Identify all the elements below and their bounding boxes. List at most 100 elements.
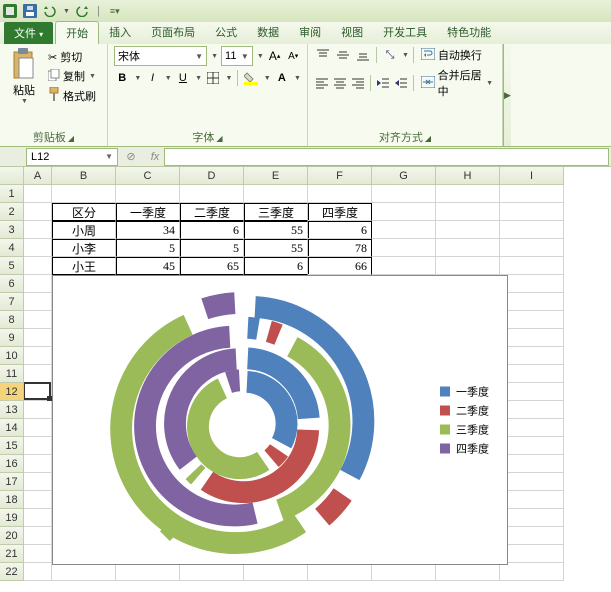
row-header-16[interactable]: 16 xyxy=(0,455,24,473)
cell[interactable]: 65 xyxy=(180,257,244,275)
cell[interactable] xyxy=(500,239,564,257)
cell[interactable] xyxy=(24,527,52,545)
cell[interactable] xyxy=(24,239,52,257)
row-header-10[interactable]: 10 xyxy=(0,347,24,365)
grow-font-button[interactable]: A▴ xyxy=(267,47,283,65)
font-size-combo[interactable]: 11▼ xyxy=(221,46,253,66)
tab-0[interactable]: 开始 xyxy=(55,21,99,44)
cell[interactable] xyxy=(372,221,436,239)
cell[interactable] xyxy=(500,419,564,437)
fill-color-button[interactable] xyxy=(243,69,259,87)
font-name-combo[interactable]: 宋体▼ xyxy=(114,46,207,66)
cell[interactable] xyxy=(24,257,52,275)
cell[interactable] xyxy=(372,257,436,275)
cell[interactable] xyxy=(24,437,52,455)
cell[interactable] xyxy=(500,509,564,527)
col-header-F[interactable]: F xyxy=(308,167,372,185)
cell[interactable] xyxy=(500,563,564,581)
tab-5[interactable]: 审阅 xyxy=(289,21,331,44)
cell[interactable] xyxy=(24,491,52,509)
qat-customize-icon[interactable]: ≡▾ xyxy=(107,3,123,19)
cell[interactable]: 55 xyxy=(244,239,308,257)
merge-center-button[interactable]: 合并后居中▼ xyxy=(418,67,496,99)
cell[interactable] xyxy=(116,185,180,203)
row-header-3[interactable]: 3 xyxy=(0,221,24,239)
cancel-icon[interactable]: ⊘ xyxy=(122,149,140,165)
cell[interactable] xyxy=(500,455,564,473)
cell[interactable]: 45 xyxy=(116,257,180,275)
tab-6[interactable]: 视图 xyxy=(331,21,373,44)
align-left-button[interactable] xyxy=(314,74,330,92)
cell[interactable] xyxy=(24,509,52,527)
cell[interactable] xyxy=(436,239,500,257)
cell[interactable] xyxy=(24,203,52,221)
cell[interactable] xyxy=(372,185,436,203)
row-header-22[interactable]: 22 xyxy=(0,563,24,581)
cell[interactable] xyxy=(24,401,52,419)
row-header-17[interactable]: 17 xyxy=(0,473,24,491)
cell[interactable] xyxy=(24,221,52,239)
cell[interactable] xyxy=(500,383,564,401)
cell[interactable] xyxy=(372,203,436,221)
name-box[interactable]: L12▼ xyxy=(26,148,118,166)
col-header-G[interactable]: G xyxy=(372,167,436,185)
cell[interactable] xyxy=(24,329,52,347)
tab-4[interactable]: 数据 xyxy=(247,21,289,44)
col-header-A[interactable]: A xyxy=(24,167,52,185)
cell[interactable] xyxy=(500,437,564,455)
cell[interactable] xyxy=(436,221,500,239)
chart[interactable]: 一季度二季度三季度四季度 xyxy=(52,275,508,565)
cell[interactable] xyxy=(24,455,52,473)
bold-button[interactable]: B xyxy=(114,69,130,87)
cell[interactable] xyxy=(24,365,52,383)
row-header-15[interactable]: 15 xyxy=(0,437,24,455)
tab-2[interactable]: 页面布局 xyxy=(141,21,205,44)
cell[interactable] xyxy=(24,347,52,365)
align-top-button[interactable] xyxy=(314,46,332,64)
row-header-2[interactable]: 2 xyxy=(0,203,24,221)
row-header-12[interactable]: 12 xyxy=(0,383,24,401)
row-header-13[interactable]: 13 xyxy=(0,401,24,419)
cell[interactable]: 三季度 xyxy=(244,203,308,221)
cell[interactable] xyxy=(500,545,564,563)
cell[interactable] xyxy=(24,563,52,581)
italic-button[interactable]: I xyxy=(144,69,160,87)
cell[interactable]: 一季度 xyxy=(116,203,180,221)
select-all-corner[interactable] xyxy=(0,167,24,185)
col-header-E[interactable]: E xyxy=(244,167,308,185)
cell[interactable]: 5 xyxy=(180,239,244,257)
row-header-9[interactable]: 9 xyxy=(0,329,24,347)
cell[interactable] xyxy=(500,311,564,329)
row-header-4[interactable]: 4 xyxy=(0,239,24,257)
tab-3[interactable]: 公式 xyxy=(205,21,247,44)
col-header-H[interactable]: H xyxy=(436,167,500,185)
col-header-B[interactable]: B xyxy=(52,167,116,185)
align-right-button[interactable] xyxy=(350,74,366,92)
cell[interactable]: 小王 xyxy=(52,257,116,275)
orientation-button[interactable]: ⤡ xyxy=(381,46,399,64)
col-header-I[interactable]: I xyxy=(500,167,564,185)
redo-icon[interactable] xyxy=(74,3,90,19)
row-header-18[interactable]: 18 xyxy=(0,491,24,509)
cell[interactable]: 66 xyxy=(308,257,372,275)
row-header-5[interactable]: 5 xyxy=(0,257,24,275)
cell[interactable]: 二季度 xyxy=(180,203,244,221)
cell[interactable] xyxy=(500,329,564,347)
col-header-D[interactable]: D xyxy=(180,167,244,185)
cell[interactable] xyxy=(24,473,52,491)
cell[interactable] xyxy=(24,419,52,437)
cell[interactable]: 6 xyxy=(244,257,308,275)
cell[interactable] xyxy=(500,293,564,311)
align-middle-button[interactable] xyxy=(334,46,352,64)
cell[interactable] xyxy=(500,185,564,203)
tab-1[interactable]: 插入 xyxy=(99,21,141,44)
row-header-21[interactable]: 21 xyxy=(0,545,24,563)
formula-bar[interactable] xyxy=(164,148,609,166)
copy-button[interactable]: 复制▼ xyxy=(46,67,98,85)
paste-button[interactable]: 粘贴 ▼ xyxy=(6,46,42,105)
cell[interactable] xyxy=(24,545,52,563)
undo-icon[interactable] xyxy=(42,3,58,19)
underline-button[interactable]: U xyxy=(175,69,191,87)
cell[interactable] xyxy=(24,185,52,203)
paste-dropdown-icon[interactable]: ▼ xyxy=(21,98,28,105)
